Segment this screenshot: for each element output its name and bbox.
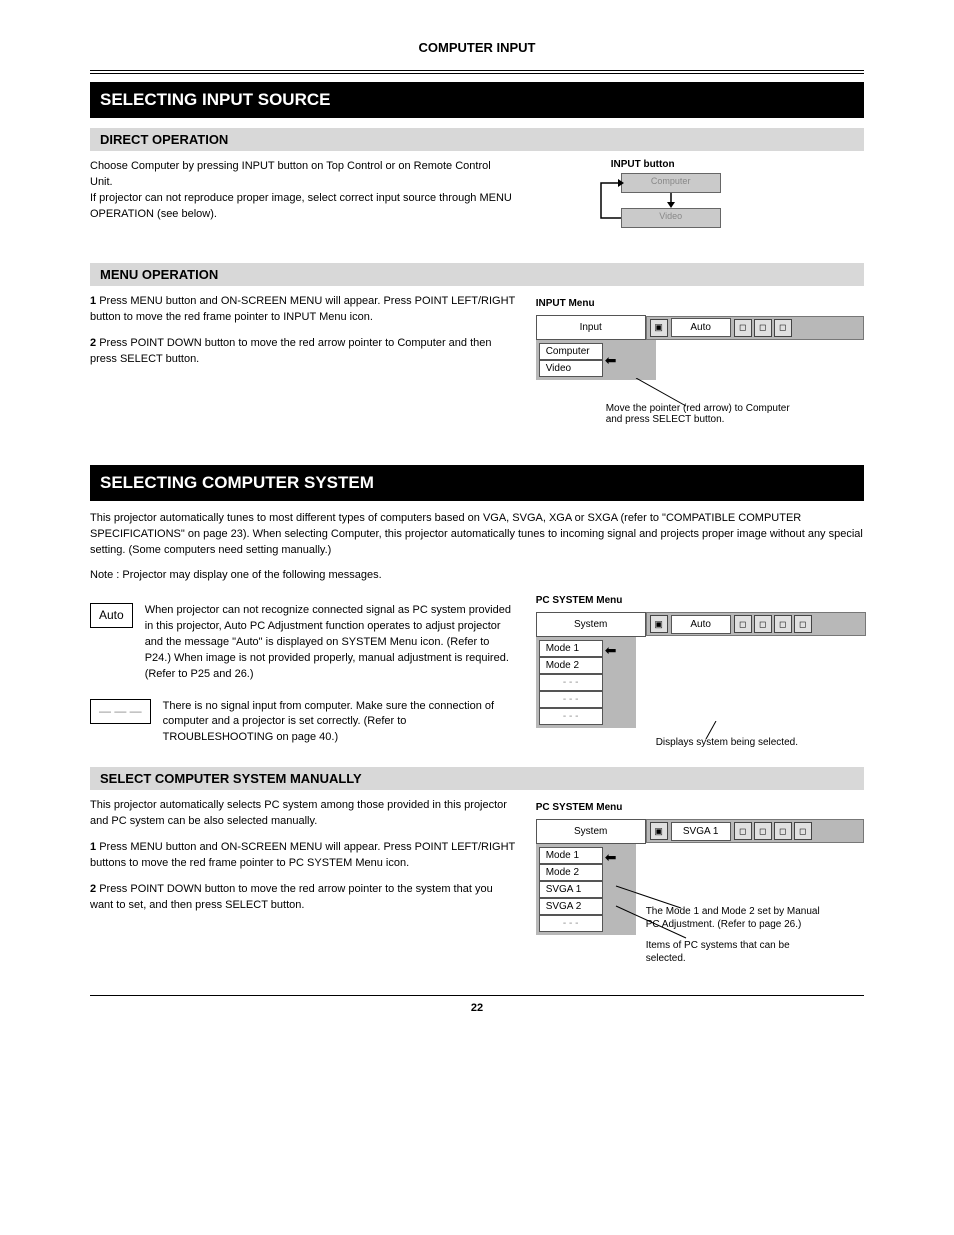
system-menu-figure-1: System ▣ Auto ◻ ◻ ◻ ◻ Mode 1 Mode 2 - - … bbox=[536, 612, 866, 746]
select-step2: 2 Press POINT DOWN button to move the re… bbox=[90, 882, 516, 914]
menu-icon: ◻ bbox=[754, 822, 772, 840]
page-header: COMPUTER INPUT bbox=[90, 40, 864, 55]
menu-icon: ▣ bbox=[650, 615, 668, 633]
menu-item-video: Video bbox=[539, 360, 603, 377]
menu-status-auto2: Auto bbox=[671, 615, 731, 634]
menu-icon: ◻ bbox=[754, 615, 772, 633]
direct-operation-heading: DIRECT OPERATION bbox=[90, 128, 864, 151]
pc-sysmenu-label2: PC SYSTEM Menu bbox=[536, 802, 864, 813]
pointer-arrow-icon: ⬅ bbox=[605, 343, 617, 377]
menu-op-step2: 2 Press POINT DOWN button to move the re… bbox=[90, 336, 516, 368]
pointer-arrow-icon: ⬅ bbox=[605, 642, 617, 725]
select-step1-text: Press MENU button and ON-SCREEN MENU wil… bbox=[90, 841, 515, 869]
menu-icon: ▣ bbox=[650, 822, 668, 840]
sys-item: - - - bbox=[539, 691, 603, 708]
menu-icon: ◻ bbox=[794, 822, 812, 840]
system-intro: This projector automatically tunes to mo… bbox=[90, 511, 864, 559]
sys-item: SVGA 2 bbox=[539, 898, 603, 915]
section-title-input: SELECTING INPUT SOURCE bbox=[90, 82, 864, 118]
system-menu-figure-2: System ▣ SVGA 1 ◻ ◻ ◻ ◻ Mode 1 Mode 2 SV… bbox=[536, 819, 864, 953]
select-manual-heading: SELECT COMPUTER SYSTEM MANUALLY bbox=[90, 767, 864, 790]
sys-item: Mode 1 bbox=[539, 640, 603, 657]
menu-status-svga: SVGA 1 bbox=[671, 822, 731, 841]
sys-item: SVGA 1 bbox=[539, 881, 603, 898]
menu-op-step1-text: Press MENU button and ON-SCREEN MENU wil… bbox=[90, 295, 515, 323]
flow-diagram: Computer Video bbox=[571, 173, 741, 253]
menu-icon: ◻ bbox=[794, 615, 812, 633]
menu-operation-heading: MENU OPERATION bbox=[90, 263, 864, 286]
menu-icon: ◻ bbox=[734, 319, 752, 337]
sys-item: - - - bbox=[539, 915, 603, 932]
blank-box: — — — bbox=[90, 699, 151, 724]
pc-sysmenu-label: PC SYSTEM Menu bbox=[536, 595, 866, 606]
menu-item-computer: Computer bbox=[539, 343, 603, 360]
menu-icon: ◻ bbox=[774, 319, 792, 337]
sys-item: Mode 1 bbox=[539, 847, 603, 864]
select-intro: This projector automatically selects PC … bbox=[90, 798, 516, 830]
flow-arrows bbox=[589, 169, 729, 239]
section-title-system: SELECTING COMPUTER SYSTEM bbox=[90, 465, 864, 501]
sys-item: Mode 2 bbox=[539, 864, 603, 881]
sys-item: Mode 2 bbox=[539, 657, 603, 674]
select-step1: 1 Press MENU button and ON-SCREEN MENU w… bbox=[90, 840, 516, 872]
menu-icon: ◻ bbox=[734, 822, 752, 840]
sys-item: - - - bbox=[539, 674, 603, 691]
sys-item: - - - bbox=[539, 708, 603, 725]
auto-box: Auto bbox=[90, 603, 133, 628]
callout-line bbox=[666, 721, 866, 741]
menu-icon: ◻ bbox=[774, 822, 792, 840]
menu-icon: ◻ bbox=[774, 615, 792, 633]
footer-rule bbox=[90, 995, 864, 996]
menu-icon: ◻ bbox=[754, 319, 772, 337]
blank-text: There is no signal input from computer. … bbox=[163, 699, 516, 747]
auto-text: When projector can not recognize connect… bbox=[145, 603, 516, 683]
menu-icon: ◻ bbox=[734, 615, 752, 633]
menu-cell-system-title2: System bbox=[536, 819, 646, 844]
select-step2-text: Press POINT DOWN button to move the red … bbox=[90, 883, 493, 911]
note-text: Projector may display one of the followi… bbox=[122, 569, 381, 581]
direct-operation-text: Choose Computer by pressing INPUT button… bbox=[90, 159, 516, 223]
note-line: Note : Projector may display one of the … bbox=[90, 569, 864, 581]
input-callout-text: Move the pointer (red arrow) to Computer… bbox=[606, 403, 806, 425]
menu-cell-input-title: Input bbox=[536, 315, 646, 340]
menu-cell-system-title: System bbox=[536, 612, 646, 637]
menu-icon: ▣ bbox=[650, 319, 668, 337]
menu-op-step1: 1 Press MENU button and ON-SCREEN MENU w… bbox=[90, 294, 516, 326]
page-number: 22 bbox=[90, 1002, 864, 1014]
input-menu-label: INPUT Menu bbox=[536, 298, 864, 309]
callout-lines-2 bbox=[596, 878, 796, 948]
header-rule bbox=[90, 70, 864, 74]
note-label: Note : bbox=[90, 569, 119, 581]
menu-op-step2-text: Press POINT DOWN button to move the red … bbox=[90, 337, 492, 365]
menu-status-auto: Auto bbox=[671, 318, 731, 337]
